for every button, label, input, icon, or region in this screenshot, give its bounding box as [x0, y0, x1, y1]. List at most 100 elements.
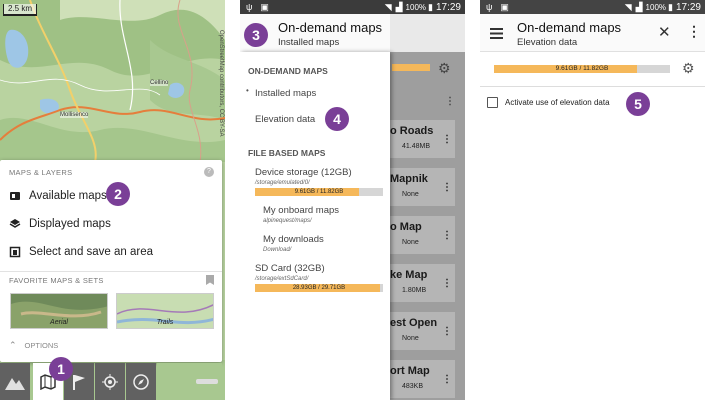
background-toolbar — [390, 14, 465, 71]
status-bar: ψ ▣ ◥ ▟ 100% ▮ 17:29 — [480, 0, 705, 14]
background-card-size: None — [402, 239, 419, 246]
ondemand-section-header: ON-DEMAND MAPS — [248, 66, 328, 76]
callout-badge-2: 2 — [106, 182, 130, 206]
background-card-title: o Roads — [390, 125, 434, 137]
signal-icon: ▟ — [395, 1, 403, 12]
favorite-trails[interactable]: Trails — [116, 293, 214, 329]
signal-icon: ▟ — [635, 1, 643, 12]
navigation-drawer: ON-DEMAND MAPS • Installed maps Elevatio… — [240, 52, 390, 400]
notification-icon: ▣ — [500, 1, 509, 12]
status-bar: ψ ▣ ◥ ▟ 100% ▮ 17:29 — [240, 0, 465, 14]
drawer-title: On-demand maps — [278, 20, 383, 35]
favorite-trails-label: Trails — [156, 319, 174, 326]
background-card-size: 1.80MB — [402, 287, 427, 294]
device-storage-path: /storage/emulated/0/ — [255, 180, 310, 186]
battery-percent: 100% — [405, 2, 427, 12]
displayed-maps-item[interactable]: Displayed maps — [9, 213, 111, 235]
options-label: OPTIONS — [24, 341, 59, 350]
status-time: 17:29 — [675, 1, 701, 13]
sd-card-item[interactable]: SD Card (32GB) — [255, 263, 325, 274]
help-icon[interactable]: ? — [204, 167, 214, 177]
background-card-title: ort Map — [390, 365, 430, 377]
background-card-title: ke Map — [390, 269, 428, 281]
toolbar-title: On-demand maps — [517, 20, 622, 35]
background-map-card[interactable]: ke Map 1.80MB ⋮ — [390, 264, 455, 302]
favorites-section-header: FAVORITE MAPS & SETS — [9, 276, 104, 285]
notification-icon: ▣ — [260, 1, 269, 12]
compass-icon[interactable] — [126, 363, 156, 400]
elevation-data-item[interactable]: Elevation data — [255, 114, 315, 125]
background-card-size: None — [402, 335, 419, 342]
overflow-menu-icon[interactable]: ⋮ — [445, 96, 455, 107]
expand-icon: ⌃ — [9, 340, 17, 350]
card-menu-icon[interactable]: ⋮ — [442, 278, 452, 289]
bottom-toolbar — [0, 363, 222, 400]
select-save-area-item[interactable]: Select and save an area — [9, 241, 153, 263]
downloads-path: Download/ — [263, 247, 292, 253]
map-copyright: OpenStreetMap contributors, CC BY-SA — [218, 30, 224, 137]
onboard-maps-path: alpinequest/maps/ — [263, 218, 312, 224]
sd-card-path: /storage/extSdCard/ — [255, 276, 309, 282]
card-menu-icon[interactable]: ⋮ — [442, 134, 452, 145]
card-menu-icon[interactable]: ⋮ — [442, 326, 452, 337]
map-book-icon — [9, 190, 21, 202]
background-bar — [392, 64, 430, 71]
displayed-maps-label: Displayed maps — [29, 218, 111, 230]
zoom-handle[interactable] — [196, 379, 218, 384]
battery-icon: ▮ — [668, 1, 673, 12]
card-menu-icon[interactable]: ⋮ — [442, 374, 452, 385]
onboard-maps-item[interactable]: My onboard maps — [263, 205, 339, 216]
card-menu-icon[interactable]: ⋮ — [442, 182, 452, 193]
select-save-area-label: Select and save an area — [29, 246, 154, 258]
background-card-title: est Open — [390, 317, 438, 329]
installed-maps-item[interactable]: Installed maps — [255, 88, 316, 99]
favorite-aerial[interactable]: Aerial — [10, 293, 108, 329]
callout-badge-4: 4 — [325, 107, 349, 131]
sd-card-usage: 28.93GB / 29.71GB — [292, 285, 346, 291]
mountain-icon[interactable] — [0, 363, 30, 400]
layers-icon — [9, 218, 21, 230]
battery-icon: ▮ — [428, 1, 433, 12]
available-maps-item[interactable]: Available maps — [9, 185, 107, 207]
close-icon[interactable]: ✕ — [658, 23, 671, 41]
storage-usage: 9.61GB / 11.82GB — [555, 65, 609, 72]
divider — [0, 271, 222, 272]
wifi-icon: ◥ — [624, 1, 632, 12]
status-time: 17:29 — [435, 1, 461, 13]
background-map-card[interactable]: o Roads 41.48MB ⋮ — [390, 120, 455, 158]
elevation-checkbox[interactable] — [487, 97, 498, 108]
battery-percent: 100% — [645, 2, 667, 12]
elevation-panel: ψ ▣ ◥ ▟ 100% ▮ 17:29 On-demand maps Elev… — [480, 0, 705, 400]
callout-badge-5: 5 — [626, 92, 650, 116]
map-place-label: Mollisenco — [60, 112, 89, 118]
favorite-aerial-label: Aerial — [50, 319, 68, 326]
selected-dot: • — [246, 86, 249, 95]
options-toggle[interactable]: ⌃ OPTIONS — [9, 340, 58, 351]
settings-gear-icon[interactable]: ⚙ — [438, 60, 451, 77]
map-scale: 2.5 km — [3, 4, 38, 16]
usb-icon: ψ — [246, 2, 253, 12]
background-map-card[interactable]: o Map None ⋮ — [390, 216, 455, 254]
available-maps-label: Available maps — [29, 190, 107, 202]
bookmark-icon[interactable] — [206, 275, 214, 285]
wifi-icon: ◥ — [384, 1, 392, 12]
background-card-title: o Map — [390, 221, 422, 233]
background-map-card[interactable]: ort Map 483KB ⋮ — [390, 360, 455, 398]
crosshair-icon[interactable] — [95, 363, 125, 400]
save-area-icon — [9, 246, 21, 258]
background-map-card[interactable]: Mapnik None ⋮ — [390, 168, 455, 206]
sd-card-bar: 28.93GB / 29.71GB — [255, 284, 383, 292]
downloads-item[interactable]: My downloads — [263, 234, 324, 245]
menu-icon[interactable] — [490, 26, 503, 39]
card-menu-icon[interactable]: ⋮ — [442, 230, 452, 241]
usb-icon: ψ — [486, 2, 493, 12]
toolbar-subtitle: Elevation data — [517, 37, 578, 48]
overflow-menu-icon[interactable]: ⋮ — [687, 23, 701, 40]
device-storage-item[interactable]: Device storage (12GB) — [255, 167, 352, 178]
background-map-card[interactable]: est Open None ⋮ — [390, 312, 455, 350]
background-card-size: 41.48MB — [402, 143, 431, 150]
device-storage-bar: 9.61GB / 11.82GB — [255, 188, 383, 196]
storage-bar: 9.61GB / 11.82GB — [494, 65, 670, 73]
elevation-checkbox-label[interactable]: Activate use of elevation data — [505, 98, 610, 107]
settings-gear-icon[interactable]: ⚙ — [682, 60, 695, 77]
